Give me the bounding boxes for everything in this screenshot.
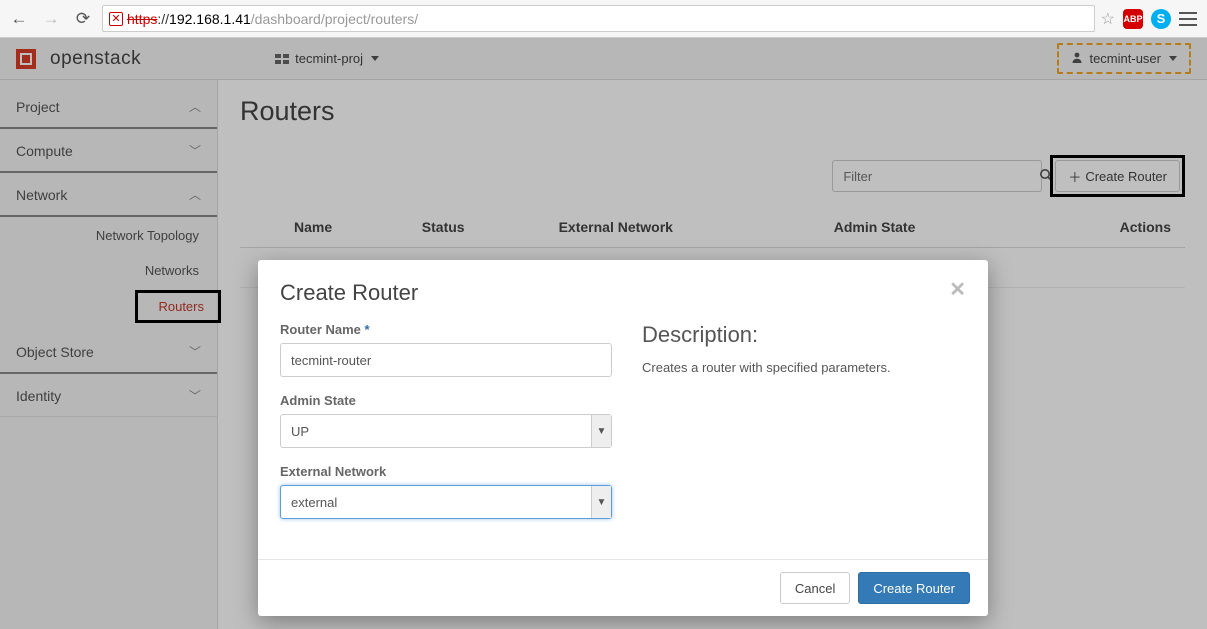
browser-chrome: ← → ⟳ ✕ https://192.168.1.41/dashboard/p… [0, 0, 1207, 38]
reload-button[interactable]: ⟳ [70, 6, 96, 32]
url-path: /dashboard/project/routers/ [251, 11, 418, 27]
modal-title: Create Router [280, 280, 418, 306]
browser-menu-icon[interactable] [1179, 12, 1197, 26]
url-host: 192.168.1.41 [169, 11, 251, 27]
chevron-down-icon: ▼ [591, 486, 611, 518]
router-name-label: Router Name * [280, 322, 612, 337]
back-button[interactable]: ← [6, 6, 32, 32]
bookmark-star-icon[interactable]: ☆ [1101, 9, 1115, 29]
admin-state-label: Admin State [280, 393, 612, 408]
insecure-https-icon: ✕ [109, 12, 123, 26]
skype-icon[interactable]: S [1151, 9, 1171, 29]
url-bar[interactable]: ✕ https://192.168.1.41/dashboard/project… [102, 5, 1095, 32]
close-icon[interactable]: ✕ [949, 280, 966, 300]
chevron-down-icon: ▼ [591, 415, 611, 447]
forward-button: → [38, 6, 64, 32]
create-router-modal: Create Router ✕ Router Name * Admin Stat… [258, 260, 988, 616]
cancel-button[interactable]: Cancel [780, 572, 850, 604]
external-network-label: External Network [280, 464, 612, 479]
external-network-value: external [291, 495, 337, 510]
adblock-icon[interactable]: ABP [1123, 9, 1143, 29]
router-name-input[interactable] [280, 343, 612, 377]
description-text: Creates a router with specified paramete… [642, 360, 966, 375]
admin-state-select[interactable]: UP ▼ [280, 414, 612, 448]
description-heading: Description: [642, 322, 966, 348]
url-scheme: https [127, 11, 157, 27]
submit-create-router-button[interactable]: Create Router [858, 572, 970, 604]
admin-state-value: UP [291, 424, 309, 439]
external-network-select[interactable]: external ▼ [280, 485, 612, 519]
